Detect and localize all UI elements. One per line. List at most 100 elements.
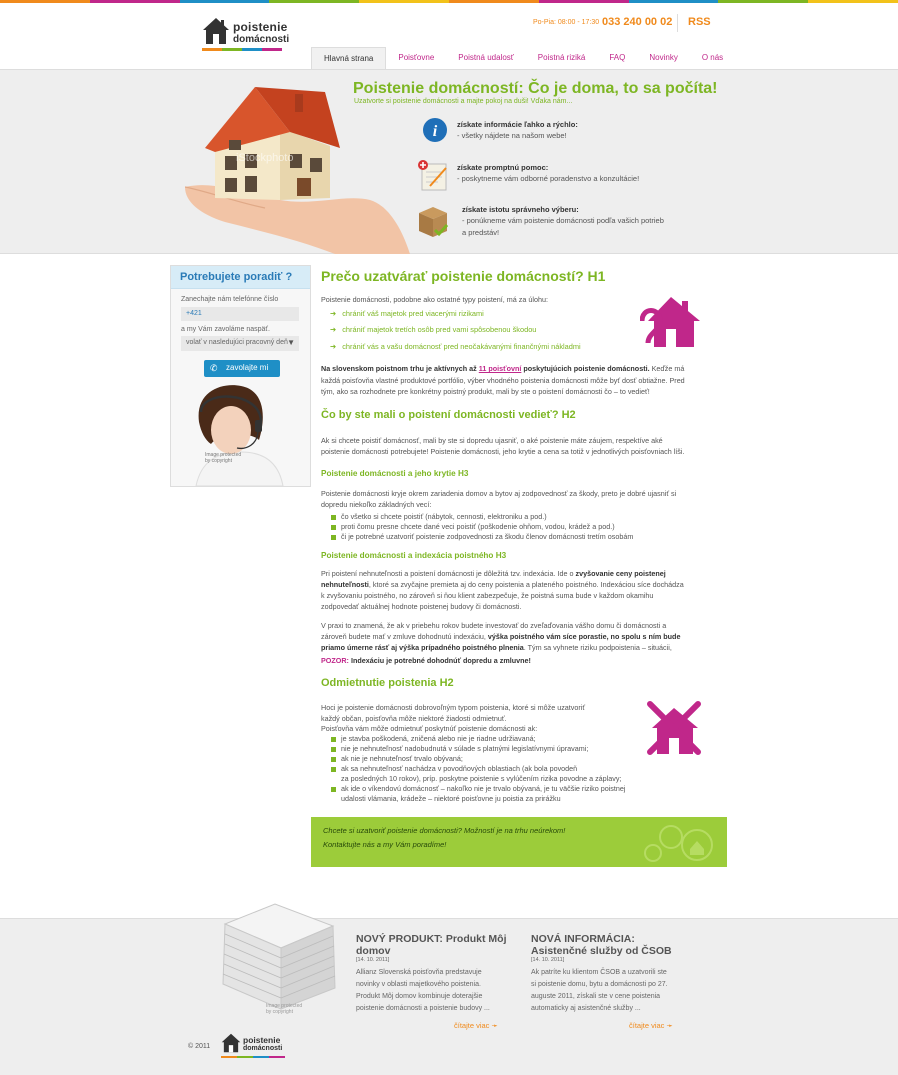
list-item: je stavba poškodená, zničená alebo nie j… bbox=[331, 734, 536, 745]
list-item-continuation: udalosti vlámania, krádeže – niektoré po… bbox=[341, 794, 561, 803]
read-more-link-1[interactable]: čítajte viac ➛ bbox=[454, 1021, 498, 1030]
paragraph-refusal-line3: Poisťovňa vám môže odmietnuť poskytnúť p… bbox=[321, 724, 538, 733]
list-item: ak nie je nehnuteľnosť trvalo obývaná; bbox=[331, 754, 463, 765]
list-item: ➔ chrániť váš majetok pred viacerými rizi… bbox=[330, 309, 484, 318]
contact-cta-banner[interactable]: Chcete si uzatvoriť poistenie domácnosti… bbox=[311, 817, 727, 867]
site-logo[interactable]: poistenie domácnosti bbox=[200, 17, 290, 55]
stripe-segment bbox=[359, 0, 449, 3]
news-title-2-line2[interactable]: Asistenčné služby od ČSOB bbox=[531, 945, 672, 957]
list-item: ak ide o víkendovú domácnosť – nakoľko n… bbox=[331, 784, 625, 795]
callback-time-value: volať v nasledujúci pracovný deň bbox=[186, 339, 288, 346]
nav-item-insurers[interactable]: Poisťovne bbox=[386, 47, 446, 69]
news-title-2-line1[interactable]: NOVÁ INFORMÁCIA: bbox=[531, 933, 635, 945]
crossed-house-icon bbox=[647, 701, 701, 755]
paragraph-refusal-line1: Hoci je poistenie domácnosti dobrovoľným… bbox=[321, 703, 586, 712]
list-item: čo všetko si chcete poistiť (nábytok, ce… bbox=[331, 512, 547, 523]
feature-3-text-1: - ponúkneme vám poistenie domácnosti pod… bbox=[462, 216, 664, 225]
hero-watermark: iStockphoto bbox=[236, 152, 294, 164]
news-text-1-line4: poistenie domácnosti a poistenie budovy … bbox=[356, 1005, 490, 1012]
news-text-1-line2: novinky v oblasti majetkového poistenia. bbox=[356, 981, 481, 988]
decorative-circles-icon bbox=[644, 825, 713, 862]
copyright: © 2011 bbox=[188, 1043, 211, 1050]
square-bullet-icon bbox=[331, 756, 336, 762]
arrow-bullet-icon: ➔ bbox=[330, 309, 337, 318]
hero-subtitle: Uzatvorte si poistenie domácnosti a majt… bbox=[354, 98, 573, 105]
news-title-1-line2[interactable]: domov bbox=[356, 945, 390, 957]
subheading-indexation: Poistenie domácnosti a indexácia poistné… bbox=[321, 551, 507, 560]
list-item-continuation: za posledných 10 rokov), príp. poskytne … bbox=[341, 774, 622, 783]
rss-link[interactable]: RSS bbox=[688, 16, 711, 28]
arrow-bullet-icon: ➔ bbox=[330, 342, 337, 351]
notepad-icon bbox=[418, 160, 447, 191]
arrow-right-icon: ➛ bbox=[491, 1021, 498, 1030]
feature-2-title: získate promptnú pomoc: bbox=[457, 163, 549, 172]
stripe-segment bbox=[269, 0, 360, 3]
arrow-right-icon: ➛ bbox=[666, 1021, 673, 1030]
stripe-segment bbox=[718, 0, 809, 3]
logo-text-line2: domácnosti bbox=[233, 34, 290, 45]
section-heading-what-to-know: Čo by ste mali o poistení domácnosti ved… bbox=[321, 409, 576, 421]
square-bullet-icon bbox=[331, 746, 336, 752]
footer-logo-color-bar bbox=[221, 1056, 285, 1058]
list-item: či je potrebné uzatvoriť poistenie zodpo… bbox=[331, 532, 633, 543]
read-more-link-2[interactable]: čítajte viac ➛ bbox=[629, 1021, 673, 1030]
stripe-segment bbox=[628, 0, 719, 3]
nav-item-faq[interactable]: FAQ bbox=[597, 47, 637, 69]
dropdown-arrow-icon: ▼ bbox=[287, 338, 295, 347]
house-logo-icon bbox=[221, 1033, 241, 1053]
news-title-1-line1[interactable]: NOVÝ PRODUKT: Produkt Môj bbox=[356, 933, 507, 945]
square-bullet-icon bbox=[331, 766, 336, 772]
square-bullet-icon bbox=[331, 736, 336, 742]
subheading-coverage: Poistenie domácnosti a jeho krytie H3 bbox=[321, 469, 469, 478]
paragraph-indexation-line3: k zvyšovaniu poistného, no zároveň si ňo… bbox=[321, 591, 654, 600]
callback-title: Potrebujete poradiť ? bbox=[171, 266, 310, 289]
callback-time-select[interactable]: volať v nasledujúci pracovný deň ▼ bbox=[181, 336, 299, 351]
footer-logo-line2: domácnosti bbox=[243, 1045, 283, 1052]
nav-item-news[interactable]: Novinky bbox=[637, 47, 689, 69]
phone-icon: ✆ bbox=[210, 363, 218, 373]
news-text-2-line1: Ak patríte ku klientom ČSOB a uzatvorili… bbox=[531, 969, 667, 976]
insurers-link[interactable]: 11 poisťovní bbox=[479, 364, 522, 373]
cta-line2: Kontaktujte nás a my Vám poradíme! bbox=[323, 840, 447, 849]
house-shield-icon bbox=[640, 297, 700, 347]
news-date-2: [14. 10. 2011] bbox=[531, 957, 565, 963]
callback-note: a my Vám zavoláme naspäť. bbox=[181, 326, 270, 333]
news-date-1: [14. 10. 2011] bbox=[356, 957, 390, 963]
nav-item-home[interactable]: Hlavná strana bbox=[311, 47, 387, 69]
paragraph-indexation-line4: zodpovedať aktuálnej hodnote poistenej b… bbox=[321, 602, 522, 611]
paragraph-insurers-line3: tým, ako sa rozhodnete pre konkrétny poi… bbox=[321, 387, 650, 396]
operator-photo bbox=[171, 382, 310, 486]
square-bullet-icon bbox=[331, 514, 336, 520]
page-heading: Prečo uzatvárať poistenie domácností? H1 bbox=[321, 268, 606, 284]
news-text-1-line3: Produkt Môj domov kombinuje doterajšie bbox=[356, 993, 483, 1000]
list-item: ➔ chrániť majetok tretích osôb pred vami … bbox=[330, 325, 537, 334]
feature-1-title: získate informácie ľahko a rýchlo: bbox=[457, 120, 578, 129]
paragraph-know-line1: Ak si chcete poistiť domácnosť, mali by … bbox=[321, 436, 663, 445]
info-icon: i bbox=[423, 118, 447, 142]
stripe-segment bbox=[0, 0, 90, 3]
nav-item-about[interactable]: O nás bbox=[690, 47, 735, 69]
feature-1-text: - všetky nájdete na našom webe! bbox=[457, 131, 567, 140]
paragraph-practice-line3: priamo úmerne rásť aj výška prípadného p… bbox=[321, 643, 672, 652]
box-icon bbox=[419, 207, 449, 237]
warning-note: POZOR: Indexáciu je potrebné dohodnúť do… bbox=[321, 656, 531, 665]
callback-widget: Potrebujete poradiť ? Zanechajte nám tel… bbox=[170, 265, 311, 487]
stripe-segment bbox=[538, 0, 629, 3]
paragraph-indexation-line2: nehnuteľnosti, ktoré sa zvyčajne premiet… bbox=[321, 580, 684, 589]
phone-input[interactable]: +421 bbox=[181, 307, 299, 321]
header-phone[interactable]: 033 240 00 02 bbox=[602, 16, 672, 28]
call-me-button[interactable]: ✆ zavolajte mi bbox=[204, 360, 280, 377]
stripe-segment bbox=[89, 0, 180, 3]
news-text-2-line3: auguste 2011, získali ste v cene poisten… bbox=[531, 993, 661, 1000]
nav-item-risks[interactable]: Poistná riziká bbox=[526, 47, 598, 69]
nav-item-claim[interactable]: Poistná udalosť bbox=[446, 47, 525, 69]
stripe-segment bbox=[179, 0, 270, 3]
feature-2-text: - poskytneme vám odborné poradenstvo a k… bbox=[457, 174, 640, 183]
paragraph-coverage-line2: dopredu niekoľko základných vecí: bbox=[321, 500, 432, 509]
footer-logo[interactable]: poistenie domácnosti bbox=[219, 1033, 289, 1061]
list-item: ak sa nehnuteľnosť nachádza v povodňovýc… bbox=[331, 764, 577, 775]
paragraph-coverage-line1: Poistenie domácnosti kryje okrem zariade… bbox=[321, 489, 677, 498]
call-me-label: zavolajte mi bbox=[226, 363, 269, 372]
newspaper-copyright-note: Image protected by copyright bbox=[266, 1003, 303, 1015]
svg-text:i: i bbox=[433, 123, 438, 140]
